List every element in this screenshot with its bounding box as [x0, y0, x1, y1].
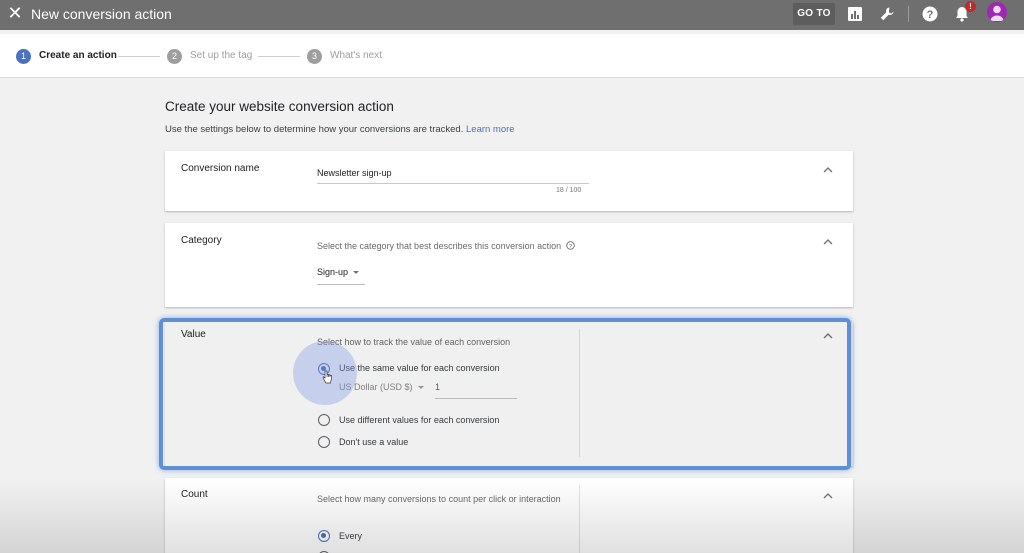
section-subtitle: Use the settings below to determine how …	[165, 124, 515, 135]
toolbar-divider	[908, 6, 909, 22]
radio-same-value-label[interactable]: Use the same value for each conversion	[339, 363, 500, 373]
count-card: Count Select how many conversions to cou…	[165, 478, 853, 553]
value-amount-input[interactable]: 1	[435, 382, 517, 399]
chevron-up-icon[interactable]	[822, 238, 834, 246]
conversion-name-card: Conversion name Newsletter sign-up 18 / …	[165, 151, 853, 211]
category-card: Category Select the category that best d…	[165, 223, 853, 307]
value-card: Value Select how to track the value of e…	[165, 322, 853, 466]
value-label: Value	[181, 329, 206, 340]
top-bar: ✕ New conversion action GO TO ? !	[0, 0, 1024, 30]
step-3-number: 3	[307, 49, 322, 64]
conversion-name-input[interactable]: Newsletter sign-up	[317, 168, 392, 178]
currency-dropdown[interactable]: US Dollar (USD $)	[339, 382, 424, 392]
wrench-icon[interactable]	[878, 5, 896, 23]
step-3-label: What's next	[330, 50, 382, 61]
goto-button[interactable]: GO TO	[793, 3, 835, 25]
count-hint: Select how many conversions to count per…	[317, 494, 561, 504]
section-title: Create your website conversion action	[165, 99, 394, 114]
step-connector	[118, 56, 160, 57]
chevron-up-icon[interactable]	[822, 166, 834, 174]
page-title: New conversion action	[31, 6, 172, 22]
subtitle-text: Use the settings below to determine how …	[165, 124, 464, 135]
stepper: 1 Create an action 2 Set up the tag 3 Wh…	[0, 34, 1024, 78]
radio-every-label[interactable]: Every	[339, 531, 362, 541]
svg-text:?: ?	[927, 9, 934, 21]
help-circle-icon[interactable]: ?	[565, 241, 575, 250]
dropdown-caret-icon	[353, 271, 360, 275]
column-divider	[579, 485, 580, 553]
conversion-name-label: Conversion name	[181, 163, 260, 174]
learn-more-link[interactable]: Learn more	[466, 124, 515, 135]
category-label: Category	[181, 235, 222, 246]
category-selected: Sign-up	[317, 267, 349, 277]
input-underline	[317, 183, 589, 184]
value-hint: Select how to track the value of each co…	[317, 337, 511, 347]
notification-badge: !	[965, 1, 976, 12]
hand-cursor-icon	[322, 370, 332, 384]
count-label: Count	[181, 489, 208, 500]
column-divider	[579, 329, 580, 457]
close-icon[interactable]: ✕	[7, 4, 23, 22]
step-1-number: 1	[16, 49, 31, 64]
step-2-number: 2	[167, 49, 182, 64]
dropdown-caret-icon	[417, 386, 424, 390]
chevron-up-icon[interactable]	[822, 492, 834, 500]
step-2-label: Set up the tag	[190, 50, 253, 61]
reports-icon[interactable]	[846, 5, 864, 23]
radio-different-values[interactable]	[318, 414, 330, 426]
step-connector	[258, 56, 300, 57]
currency-selected: US Dollar (USD $)	[339, 382, 413, 392]
radio-no-value-label[interactable]: Don't use a value	[339, 437, 408, 447]
help-icon[interactable]: ?	[921, 5, 939, 23]
character-counter: 18 / 100	[556, 187, 582, 194]
chevron-up-icon[interactable]	[822, 332, 834, 340]
radio-different-values-label[interactable]: Use different values for each conversion	[339, 415, 499, 425]
category-hint: Select the category that best describes …	[317, 241, 575, 251]
step-1-label: Create an action	[39, 50, 117, 61]
category-dropdown[interactable]: Sign-up	[317, 267, 365, 285]
radio-every[interactable]	[318, 530, 330, 542]
radio-no-value[interactable]	[318, 436, 330, 448]
category-hint-text: Select the category that best describes …	[317, 241, 562, 251]
avatar[interactable]	[987, 2, 1007, 22]
